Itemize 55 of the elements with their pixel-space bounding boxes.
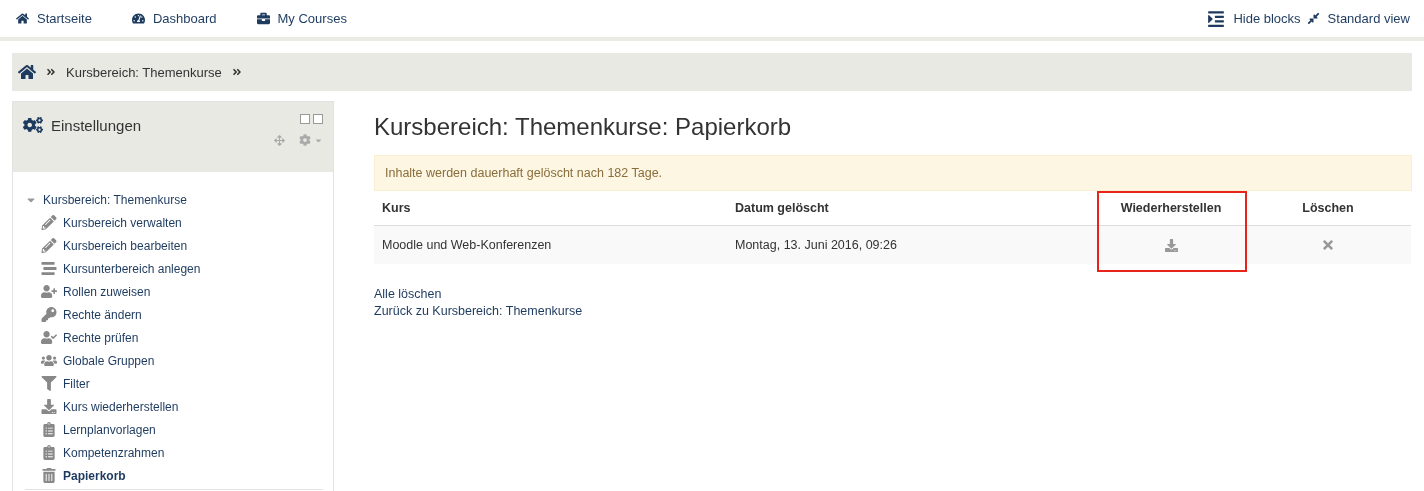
home-icon bbox=[16, 12, 29, 25]
nav-link[interactable]: Hide blocks bbox=[1207, 9, 1301, 28]
tree-item[interactable]: Lernplanvorlagen bbox=[41, 418, 323, 441]
tree-item[interactable]: Filter bbox=[41, 372, 323, 395]
trash-icon bbox=[41, 468, 57, 483]
download-icon bbox=[1164, 238, 1178, 252]
tree-item[interactable]: Rechte prüfen bbox=[41, 326, 323, 349]
text-link[interactable]: Alle löschen bbox=[374, 287, 442, 301]
tree-item[interactable]: Rollen zuweisen bbox=[41, 280, 323, 303]
block-title: Einstellungen bbox=[51, 116, 142, 134]
user-plus-icon bbox=[41, 284, 57, 299]
table-cell: Montag, 13. Juni 2016, 09:26 bbox=[727, 226, 1097, 264]
user-check-icon bbox=[41, 330, 57, 345]
filter-icon bbox=[41, 376, 57, 391]
move-icon[interactable] bbox=[274, 134, 285, 146]
tree-item[interactable]: Papierkorb bbox=[41, 464, 323, 487]
separator-icon bbox=[46, 67, 56, 77]
nav-link[interactable]: Standard view bbox=[1306, 11, 1410, 26]
settings-icon[interactable] bbox=[299, 134, 311, 146]
tree-item[interactable]: Kursunterbereich anlegen bbox=[41, 257, 323, 280]
delete-button[interactable] bbox=[1321, 238, 1335, 252]
dock-icon[interactable] bbox=[313, 114, 323, 124]
list-icon bbox=[41, 261, 57, 276]
close-icon bbox=[1321, 238, 1335, 252]
pencil-icon bbox=[41, 238, 57, 253]
nav-link[interactable]: Startseite bbox=[16, 11, 92, 26]
indent-icon bbox=[1207, 9, 1226, 28]
table-cell: Moodle und Web-Konferenzen bbox=[374, 226, 727, 264]
page-heading: Kursbereich: Themenkurse: Papierkorb bbox=[374, 113, 793, 141]
tree-item[interactable]: Kursbereich verwalten bbox=[41, 211, 323, 234]
notice-banner: Inhalte werden dauerhaft gelöscht nach 182 Tage. bbox=[374, 155, 1412, 191]
restore-button[interactable] bbox=[1164, 238, 1178, 252]
clipboard-icon bbox=[41, 422, 57, 437]
nav-link[interactable]: My Courses bbox=[256, 11, 347, 26]
pencil-icon bbox=[41, 215, 57, 230]
briefcase-icon bbox=[256, 12, 270, 25]
minimize-icon[interactable] bbox=[300, 114, 310, 124]
compress-icon bbox=[1306, 12, 1320, 25]
tree-node[interactable]: Kursbereich: Themenkurse bbox=[25, 188, 323, 211]
tree-item[interactable]: Globale Gruppen bbox=[41, 349, 323, 372]
clipboard-icon bbox=[41, 445, 57, 460]
home-icon[interactable] bbox=[18, 63, 36, 81]
gauge-icon bbox=[131, 12, 145, 25]
nav-link[interactable]: Dashboard bbox=[131, 11, 217, 26]
separator-icon bbox=[231, 67, 242, 77]
tree-item[interactable]: Kompetenzrahmen bbox=[41, 441, 323, 464]
key-icon bbox=[41, 307, 57, 322]
gears-icon bbox=[23, 115, 43, 135]
users-icon bbox=[41, 353, 57, 368]
tree-item[interactable]: Kursbereich bearbeiten bbox=[41, 234, 323, 257]
breadcrumb-link[interactable]: Kursbereich: Themenkurse bbox=[66, 64, 222, 80]
tree-item[interactable]: Kurs wiederherstellen bbox=[41, 395, 323, 418]
tree-item[interactable]: Rechte ändern bbox=[41, 303, 323, 326]
download-icon bbox=[41, 399, 57, 414]
text-link[interactable]: Zurück zu Kursbereich: Themenkurse bbox=[374, 304, 583, 318]
